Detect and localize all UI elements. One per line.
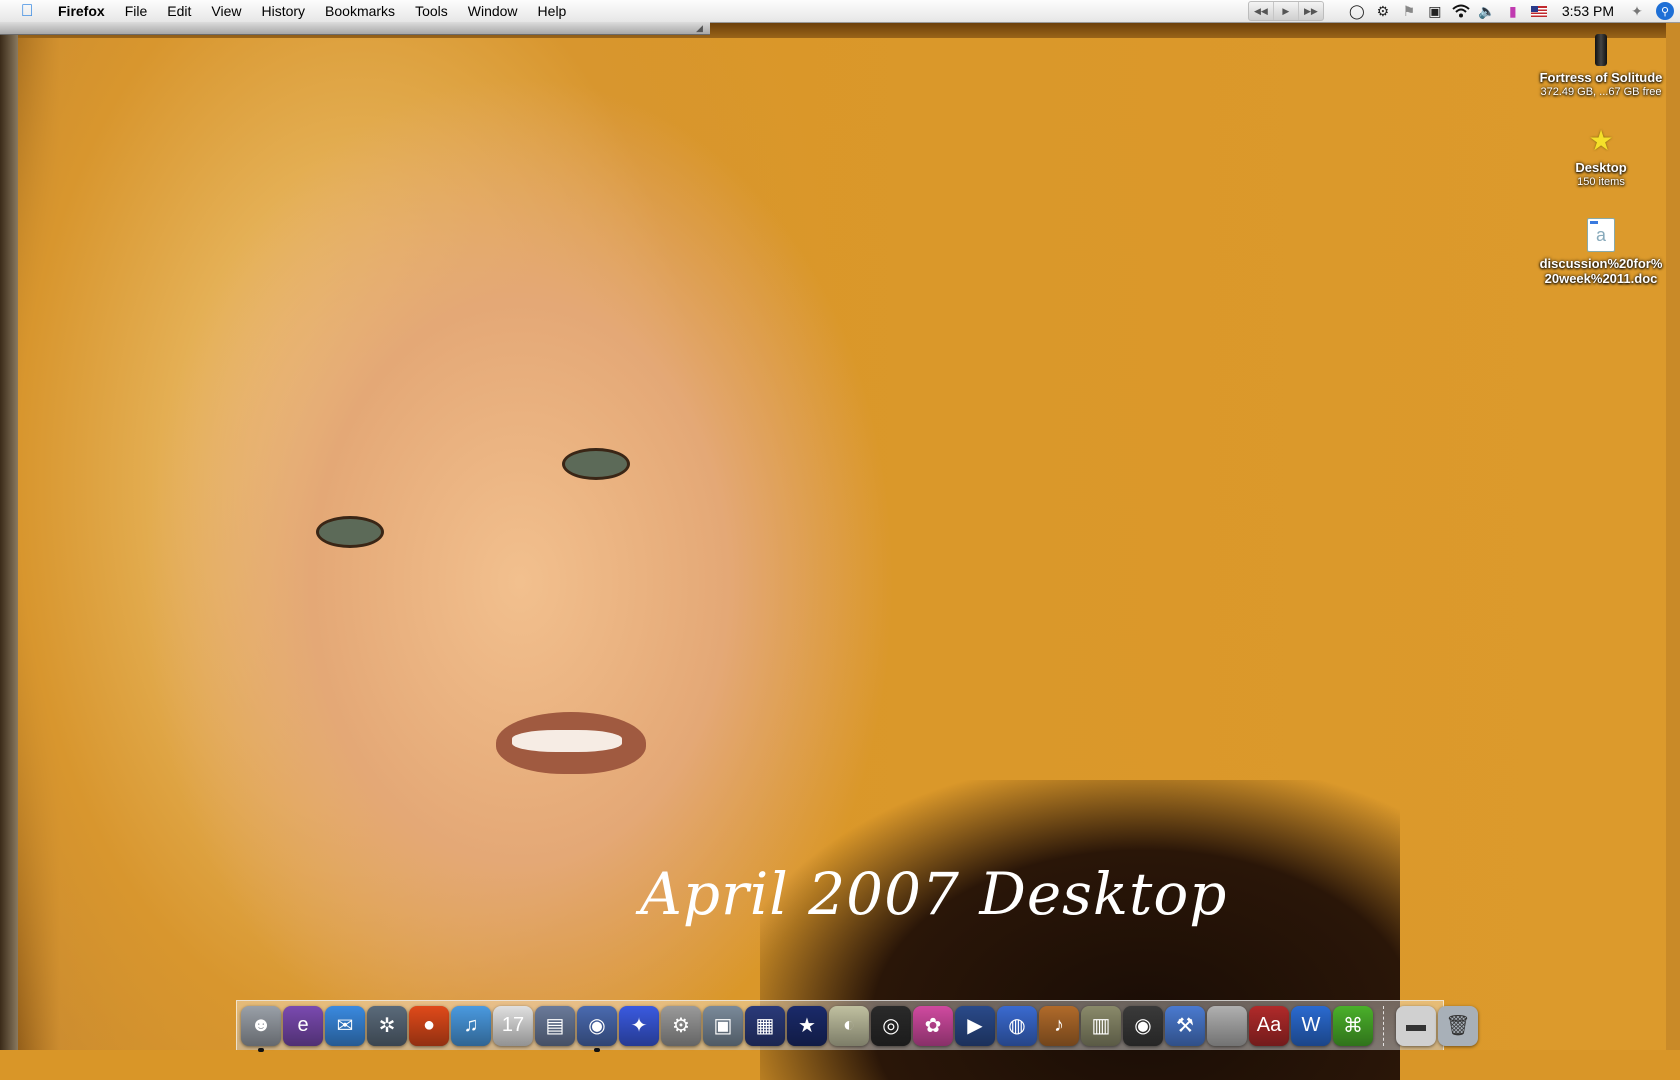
menu-list: File Edit View History Bookmarks Tools Window H… [115, 0, 577, 22]
menu-file[interactable]: File [115, 0, 158, 22]
firefox-window-strip[interactable]: ◢ [0, 22, 710, 35]
display-icon[interactable]: ▣ [1422, 0, 1448, 22]
word-document-icon: a [1587, 218, 1615, 252]
dock-ical-icon[interactable]: 17 [493, 1005, 533, 1046]
dock-dvd-player-icon[interactable]: ◍ [997, 1005, 1037, 1046]
dock-final-cut-icon[interactable]: ▶ [955, 1005, 995, 1046]
time-machine-icon[interactable]: ◯ [1344, 0, 1370, 22]
dock-separator [1383, 1005, 1394, 1046]
dock-xcode-icon[interactable]: ⚒ [1165, 1005, 1205, 1046]
play-icon[interactable]: ▶ [1274, 2, 1299, 20]
dock-mail-client-icon[interactable]: e [283, 1005, 323, 1046]
menu-extras: ◀◀ ▶ ▶▶ ◯ ⚙ ⚑ ▣ 🔈 ▮ 3:53 PM ✦ ⚲ [1247, 0, 1680, 22]
volume-icon[interactable]: 🔈 [1474, 0, 1500, 22]
desktop-icon-label: Desktop [1575, 160, 1627, 175]
desktop-icon-drive[interactable]: Fortress of Solitude 372.49 GB, ...67 GB… [1531, 34, 1671, 99]
wifi-icon[interactable] [1448, 0, 1474, 22]
dock-system-prefs-icon[interactable] [1207, 1005, 1247, 1046]
wallpaper-right-eye [562, 448, 630, 480]
star-folder-icon: ★ [1588, 125, 1614, 156]
dock: ☻ e ✉ ✲ ● ♫ 17 ▤ ◉ ✦ ⚙ ▣ ▦ ★ ◐ ◎ ✿ ▶ ◍ ♪ ▥ ◉ ⚒ Aa W ⌘ ▬ 🗑 [236, 1000, 1478, 1052]
dock-dictionary-icon[interactable]: Aa [1249, 1005, 1289, 1046]
dock-colorsync-icon[interactable]: ◐ [829, 1005, 869, 1046]
dock-garageband-icon[interactable]: ♪ [1039, 1005, 1079, 1046]
menu-bar:  Firefox FileEditViewHistoryBookmarksTo… [0, 0, 1680, 23]
dock-ichat-icon[interactable]: ✉ [325, 1005, 365, 1046]
wallpaper-left-eye [316, 516, 384, 548]
menu-edit[interactable]: Edit [157, 0, 201, 22]
dock-imovie-star-icon[interactable]: ★ [787, 1005, 827, 1046]
resize-grip-icon[interactable]: ◢ [696, 23, 706, 33]
dock-finder-icon[interactable]: ☻ [241, 1005, 281, 1052]
media-controls: ◀◀ ▶ ▶▶ [1247, 1, 1324, 21]
dock-toast-icon[interactable]: ◉ [1123, 1005, 1163, 1046]
wallpaper-teeth [512, 730, 622, 752]
dock-adium-icon[interactable]: ✦ [619, 1005, 659, 1046]
menu-app-name[interactable]: Firefox [48, 0, 115, 22]
dock-iphoto-icon[interactable]: ▣ [703, 1005, 743, 1046]
desktop-icon-label: discussion%20for%20week%2011.doc [1539, 256, 1663, 286]
us-flag-icon[interactable] [1526, 0, 1552, 22]
dock-fruit-app-icon[interactable]: ● [409, 1005, 449, 1046]
battery-icon[interactable]: ▮ [1500, 0, 1526, 22]
dock-safari-icon[interactable]: ✲ [367, 1005, 407, 1046]
flag-icon[interactable]: ⚑ [1396, 0, 1422, 22]
dock-keynote-icon[interactable]: ▥ [1081, 1005, 1121, 1046]
dock-aperture-icon[interactable]: ◎ [871, 1005, 911, 1046]
menu-bookmarks[interactable]: Bookmarks [315, 0, 405, 22]
next-track-icon[interactable]: ▶▶ [1299, 2, 1323, 20]
previous-track-icon[interactable]: ◀◀ [1249, 2, 1274, 20]
dock-network-app-icon[interactable]: ⌘ [1333, 1005, 1373, 1046]
desktop-icon-sublabel: 372.49 GB, ...67 GB free [1540, 86, 1662, 98]
dock-itunes-icon[interactable]: ♫ [451, 1005, 491, 1046]
dock-security-app-icon[interactable]: ⚙ [661, 1005, 701, 1046]
menu-clock[interactable]: 3:53 PM [1552, 0, 1624, 22]
menu-tools[interactable]: Tools [405, 0, 458, 22]
apple-menu-icon[interactable]:  [18, 1, 36, 20]
hard-drive-icon [1595, 34, 1607, 66]
gear-icon[interactable]: ⚙ [1370, 0, 1396, 22]
menu-window[interactable]: Window [458, 0, 528, 22]
dock-trash-icon[interactable]: 🗑 [1438, 1005, 1478, 1046]
dock-word-app-icon[interactable]: W [1291, 1005, 1331, 1046]
dock-preview-icon[interactable]: ▤ [535, 1005, 575, 1046]
dock-flower-app-icon[interactable]: ✿ [913, 1005, 953, 1046]
wallpaper-left-edge [0, 22, 18, 1050]
desktop-icon-sublabel: 150 items [1577, 176, 1625, 188]
menu-history[interactable]: History [251, 0, 315, 22]
dock-front-row-icon[interactable]: ▦ [745, 1005, 785, 1046]
menu-view[interactable]: View [201, 0, 251, 22]
dock-firefox-icon[interactable]: ◉ [577, 1005, 617, 1052]
menu-help[interactable]: Help [528, 0, 577, 22]
desktop-icon-label: Fortress of Solitude [1539, 70, 1663, 85]
dock-downloads-stack-icon[interactable]: ▬ [1396, 1005, 1436, 1046]
spotlight-search-icon[interactable]: ⚲ [1656, 2, 1674, 20]
bluetooth-icon[interactable]: ✦ [1624, 0, 1650, 22]
wallpaper-caption: April 2007 Desktop [640, 860, 1228, 928]
desktop-icon-desktop-folder[interactable]: ★ Desktop 150 items [1531, 126, 1671, 189]
desktop-icon-document[interactable]: a discussion%20for%20week%2011.doc [1531, 218, 1671, 286]
